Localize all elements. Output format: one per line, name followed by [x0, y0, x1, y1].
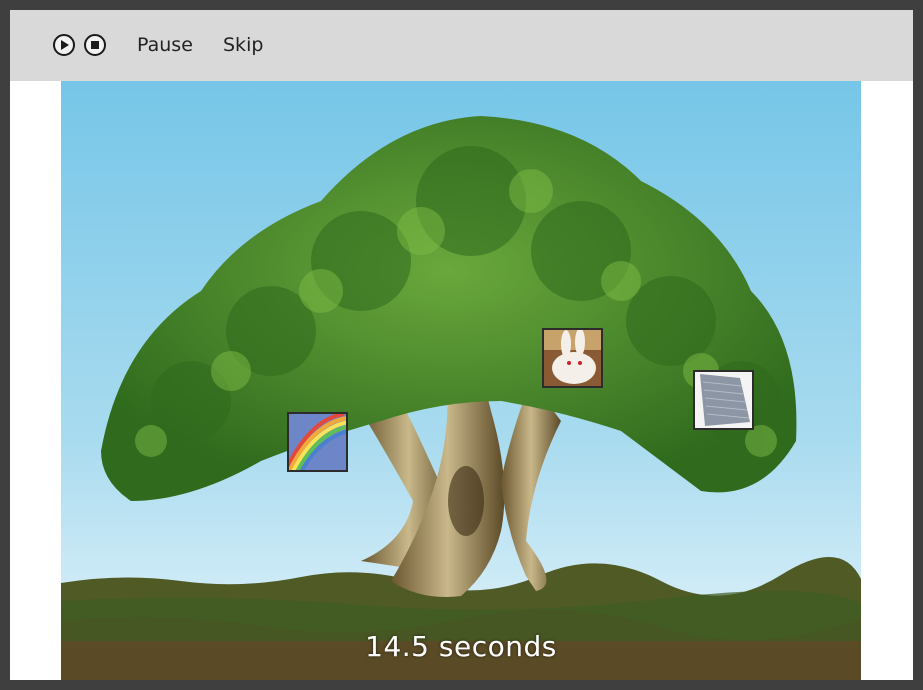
rainbow-icon [289, 414, 346, 470]
pause-button[interactable]: Pause [137, 34, 193, 56]
rabbit-icon [544, 330, 601, 386]
timer-text: 14.5 seconds [365, 630, 557, 663]
play-circle-icon[interactable] [53, 34, 75, 56]
gray-fabric-thumbnail[interactable] [693, 370, 754, 430]
rainbow-thumbnail[interactable] [287, 412, 348, 472]
app-window: Pause Skip 14.5 seconds [10, 10, 913, 680]
stop-circle-icon[interactable] [84, 34, 106, 56]
fabric-icon [695, 372, 752, 428]
toolbar: Pause Skip [10, 10, 913, 81]
bonsai-scene: 14.5 seconds [61, 81, 861, 680]
rabbit-thumbnail[interactable] [542, 328, 603, 388]
skip-button[interactable]: Skip [223, 34, 263, 56]
